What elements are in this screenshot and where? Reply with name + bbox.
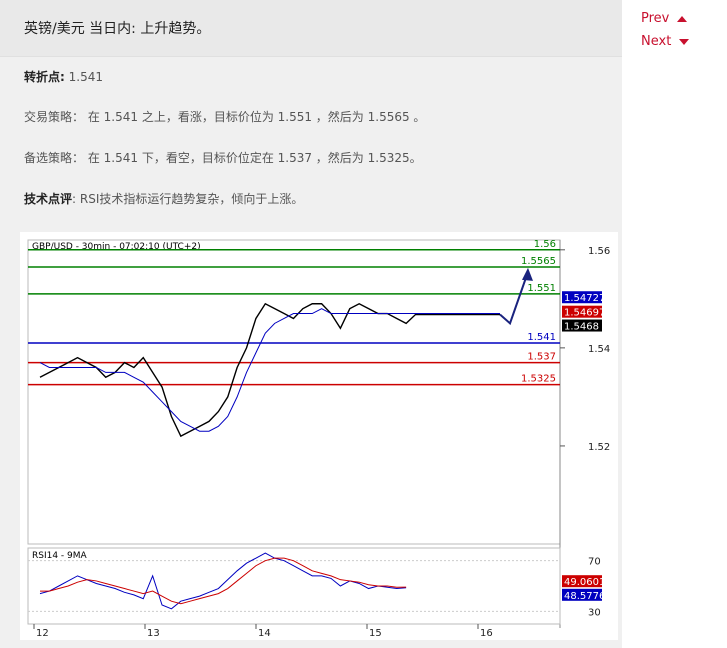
tech-comment-line: 技术点评: RSI技术指标运行趋势复杂，倾向于上涨。 xyxy=(24,190,303,207)
strategy-line: 交易策略： 在 1.541 之上，看涨，目标价位为 1.551 ，然后为 1.5… xyxy=(24,108,425,125)
page-title: 英镑/美元 当日内: 上升趋势。 xyxy=(24,21,211,37)
rsi-y-tick-label: 70 xyxy=(588,557,601,568)
rsi-series-1 xyxy=(40,557,407,605)
price-tag-1.54697: 1.54697 xyxy=(564,308,605,319)
rsi-tag-48.5776: 48.5776 xyxy=(564,591,605,602)
x-tick-label-13: 13 xyxy=(147,628,160,639)
rsi-pane-frame xyxy=(27,547,561,625)
level-label-1.5565: 1.5565 xyxy=(521,256,556,267)
forecast-arrow-head xyxy=(522,267,533,281)
x-tick-label-12: 12 xyxy=(36,628,49,639)
chart-area: GBP/USD - 30min - 07:02:10 (UTC+2) 1.56 1.… xyxy=(20,232,618,640)
x-tick-label-16: 16 xyxy=(480,628,493,639)
alt-strategy-line: 备选策略： 在 1.541 下，看空，目标价位定在 1.537 ，然后为 1.5… xyxy=(24,149,422,166)
tech-comment-label: 技术点评 xyxy=(24,192,73,206)
tech-comment-text: : RSI技术指标运行趋势复杂，倾向于上涨。 xyxy=(72,192,304,206)
pivot-value: 1.541 xyxy=(68,70,103,84)
pivot-label: 转折点: xyxy=(24,70,65,84)
price-series-1 xyxy=(39,308,500,432)
x-tick-label-14: 14 xyxy=(258,628,271,639)
rsi-tag-49.0601: 49.0601 xyxy=(564,577,605,588)
level-label-1.56: 1.56 xyxy=(534,239,556,250)
next-link[interactable]: Next xyxy=(641,34,690,49)
rsi-title: RSI14 - 9MA xyxy=(32,551,88,561)
price-y-tick-label: 1.56 xyxy=(588,246,610,257)
level-label-1.5325: 1.5325 xyxy=(521,374,556,385)
price-tag-1.5468: 1.5468 xyxy=(564,322,599,333)
price-y-tick-label: 1.52 xyxy=(588,442,610,453)
analysis-card: 英镑/美元 当日内: 上升趋势。 转折点: 1.541 交易策略： 在 1.54… xyxy=(0,0,622,648)
next-label: Next xyxy=(641,34,672,49)
pivot-line: 转折点: 1.541 xyxy=(24,68,103,85)
price-pane-frame xyxy=(27,239,561,545)
chart-svg: GBP/USD - 30min - 07:02:10 (UTC+2) 1.561.… xyxy=(27,239,610,639)
level-label-1.537: 1.537 xyxy=(527,352,556,363)
price-tag-1.54727: 1.54727 xyxy=(564,293,605,304)
level-label-1.551: 1.551 xyxy=(527,283,556,294)
arrow-up-icon xyxy=(677,15,688,22)
alt-strategy-label: 备选策略： xyxy=(24,151,85,165)
x-tick-label-15: 15 xyxy=(369,628,382,639)
price-series-0 xyxy=(39,302,500,438)
alt-strategy-text: 在 1.541 下，看空，目标价位定在 1.537 ，然后为 1.5325。 xyxy=(87,151,422,165)
price-y-tick-label: 1.54 xyxy=(588,344,610,355)
prev-link[interactable]: Prev xyxy=(641,11,688,26)
strategy-text: 在 1.541 之上，看涨，目标价位为 1.551 ，然后为 1.5565 。 xyxy=(87,110,426,124)
header-bar: 英镑/美元 当日内: 上升趋势。 xyxy=(0,0,622,57)
arrow-down-icon xyxy=(679,38,690,45)
rsi-y-tick-label: 30 xyxy=(588,607,601,618)
prev-label: Prev xyxy=(641,11,670,26)
strategy-label: 交易策略： xyxy=(24,110,85,124)
level-label-1.541: 1.541 xyxy=(527,332,556,343)
